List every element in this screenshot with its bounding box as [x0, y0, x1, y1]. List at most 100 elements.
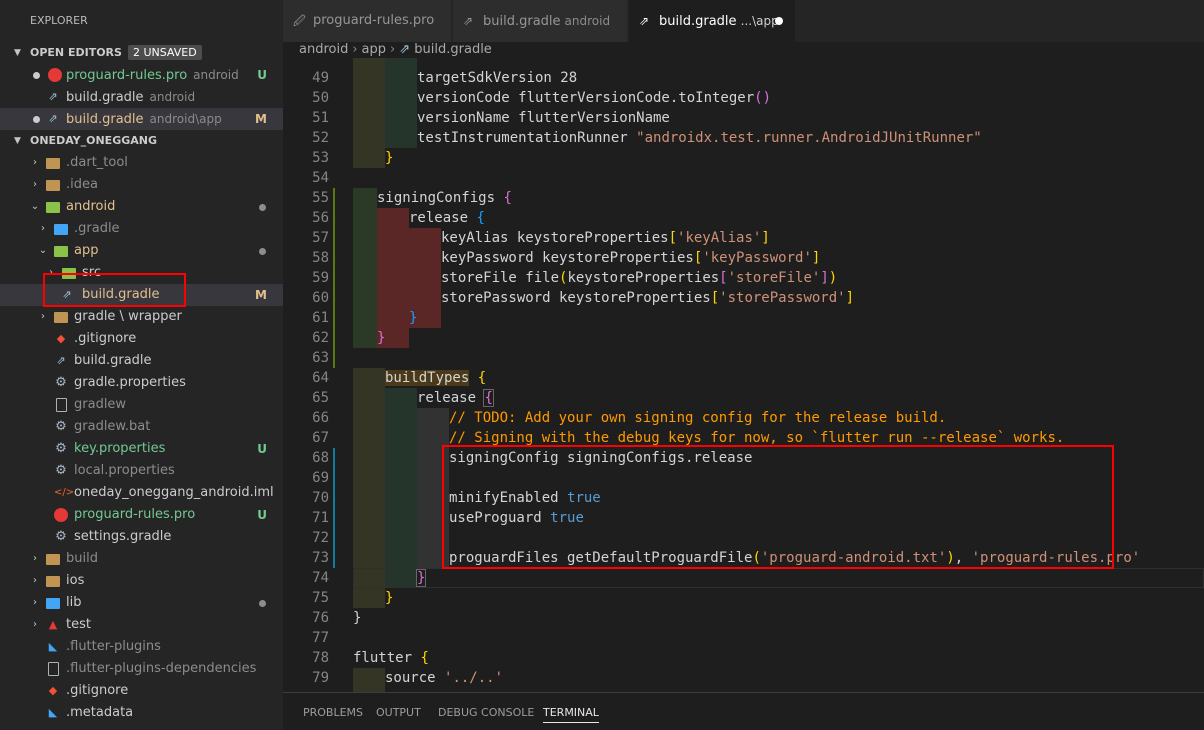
open-editor-item[interactable]: ⇗ build.gradle android\app M	[0, 108, 283, 130]
git-status: M	[255, 288, 267, 302]
tree-item-build-gradle[interactable]: ⇗ build.gradle	[0, 350, 283, 372]
chevron-down-icon: ▼	[14, 136, 21, 146]
git-status: M	[255, 112, 267, 126]
chevron-down-icon: ▼	[14, 48, 21, 58]
android-folder-icon	[46, 202, 60, 213]
code-line-74: }	[415, 569, 427, 587]
tree-item-ios[interactable]: › ios	[0, 570, 283, 592]
git-status: U	[257, 68, 267, 82]
tree-item-dart-tool[interactable]: › .dart_tool	[0, 152, 283, 174]
gradle-file-icon: ⇗	[463, 14, 474, 28]
tree-item-idea[interactable]: › .idea	[0, 174, 283, 196]
chevron-right-icon: ›	[33, 597, 37, 608]
tab-build-gradle-app[interactable]: ⇗ build.gradle ...\app	[629, 0, 795, 42]
code-line-55: signingConfigs {	[377, 190, 512, 206]
file-icon	[48, 662, 59, 676]
modified-dot-icon	[259, 248, 266, 255]
tree-item-build[interactable]: › build	[0, 548, 283, 570]
chevron-right-icon: ›	[33, 575, 37, 586]
tree-item-app[interactable]: ⌄ app	[0, 240, 283, 262]
code-line-52: testInstrumentationRunner "androidx.test…	[417, 130, 982, 146]
unsaved-dot-icon	[33, 72, 40, 79]
tab-problems[interactable]: PROBLEMS	[303, 693, 363, 730]
tab-output[interactable]: OUTPUT	[376, 693, 421, 730]
tree-item-dot-gradle[interactable]: › .gradle	[0, 218, 283, 240]
code-line-61: }	[409, 310, 418, 326]
open-editors-header[interactable]: ▼ OPEN EDITORS 2 UNSAVED	[0, 42, 283, 64]
breadcrumb-android[interactable]: android	[299, 42, 348, 57]
breadcrumb-file[interactable]: build.gradle	[414, 42, 492, 57]
code-line-65: release {	[417, 389, 494, 407]
code-line-50: versionCode flutterVersionCode.toInteger…	[417, 90, 772, 106]
gradle-file-icon: ⇗	[399, 42, 411, 57]
app-folder-icon	[54, 246, 68, 257]
gradle-file-icon: ⇗	[48, 112, 58, 125]
code-line-58: keyPassword keystoreProperties['keyPassw…	[441, 250, 821, 266]
test-folder-icon: ▲	[48, 618, 58, 631]
tree-item-root-gitignore[interactable]: ◆ .gitignore	[0, 680, 283, 702]
tree-item-lib[interactable]: › lib	[0, 592, 283, 614]
tree-item-iml[interactable]: </> oneday_oneggang_android.iml	[0, 482, 283, 504]
chevron-right-icon: ›	[33, 619, 37, 630]
git-status: U	[257, 508, 267, 522]
folder-icon	[46, 554, 60, 565]
highlight-box	[43, 273, 186, 307]
file-icon	[56, 398, 67, 412]
gear-icon: ⚙	[55, 375, 67, 390]
tree-item-settings-gradle[interactable]: ⚙ settings.gradle	[0, 526, 283, 548]
tab-debug-console[interactable]: DEBUG CONSOLE	[438, 693, 534, 730]
modified-dot-icon	[259, 204, 266, 211]
git-icon: ◆	[56, 332, 66, 345]
tree-item-flutter-plugins[interactable]: ◣ .flutter-plugins	[0, 636, 283, 658]
gear-icon: ⚙	[55, 463, 67, 478]
tree-item-gitignore[interactable]: ◆ .gitignore	[0, 328, 283, 350]
modified-dot-icon	[259, 600, 266, 607]
breadcrumb-app[interactable]: app	[362, 42, 386, 57]
tree-item-android[interactable]: ⌄ android	[0, 196, 283, 218]
code-line-53: }	[385, 150, 394, 166]
code-line-62: }	[377, 330, 386, 346]
chevron-right-icon: ›	[33, 553, 37, 564]
chevron-down-icon: ⌄	[30, 201, 40, 212]
gear-icon: ⚙	[55, 419, 67, 434]
open-editor-item[interactable]: ⇗ build.gradle android	[0, 86, 283, 108]
explorer-title: EXPLORER	[30, 14, 88, 27]
tree-item-flutter-plugins-dependencies[interactable]: .flutter-plugins-dependencies	[0, 658, 283, 680]
code-editor[interactable]: 49 50 51 52 53 54 55 56 57 58 59 60 61 6…	[283, 58, 1204, 692]
bottom-panel: PROBLEMS OUTPUT DEBUG CONSOLE TERMINAL	[283, 692, 1204, 730]
code-line-56: release {	[409, 210, 485, 226]
folder-icon	[54, 312, 68, 323]
tab-terminal[interactable]: TERMINAL	[543, 693, 599, 730]
gear-icon: ⚙	[55, 529, 67, 544]
proguard-file-icon	[54, 508, 68, 522]
unsaved-badge: 2 UNSAVED	[127, 45, 202, 60]
flutter-icon: ◣	[48, 640, 58, 653]
tree-item-gradle-properties[interactable]: ⚙ gradle.properties	[0, 372, 283, 394]
code-line-75: }	[385, 590, 394, 606]
tree-item-gradlew-bat[interactable]: ⚙ gradlew.bat	[0, 416, 283, 438]
tree-item-gradle-wrapper[interactable]: › gradle \ wrapper	[0, 306, 283, 328]
tree-item-gradlew[interactable]: gradlew	[0, 394, 283, 416]
gradle-folder-icon	[54, 224, 68, 235]
tab-build-gradle-android[interactable]: ⇗ build.gradle android	[453, 0, 627, 42]
gradle-file-icon: ⇗	[56, 354, 66, 367]
edit-icon: 🖉	[293, 14, 306, 28]
tree-item-metadata[interactable]: ◣ .metadata	[0, 702, 283, 724]
open-editor-item[interactable]: proguard-rules.pro android U	[0, 64, 283, 86]
tree-item-local-properties[interactable]: ⚙ local.properties	[0, 460, 283, 482]
lib-folder-icon	[46, 598, 60, 609]
explorer-sidebar: EXPLORER ▼ OPEN EDITORS 2 UNSAVED proguar…	[0, 0, 283, 730]
chevron-right-icon: ›	[352, 42, 358, 57]
git-status: U	[257, 442, 267, 456]
project-header[interactable]: ▼ ONEDAY_ONEGGANG	[0, 130, 283, 152]
tree-item-test[interactable]: › ▲ test	[0, 614, 283, 636]
folder-icon	[46, 158, 60, 169]
modified-lines-marker	[333, 448, 335, 568]
tab-proguard-rules[interactable]: 🖉 proguard-rules.pro	[283, 0, 451, 42]
tree-item-proguard[interactable]: proguard-rules.pro U	[0, 504, 283, 526]
code-line-66: // TODO: Add your own signing config for…	[449, 410, 947, 426]
chevron-right-icon: ›	[41, 223, 45, 234]
xml-icon: </>	[54, 487, 75, 498]
tree-item-key-properties[interactable]: ⚙ key.properties U	[0, 438, 283, 460]
unsaved-dot-icon[interactable]	[775, 17, 783, 25]
